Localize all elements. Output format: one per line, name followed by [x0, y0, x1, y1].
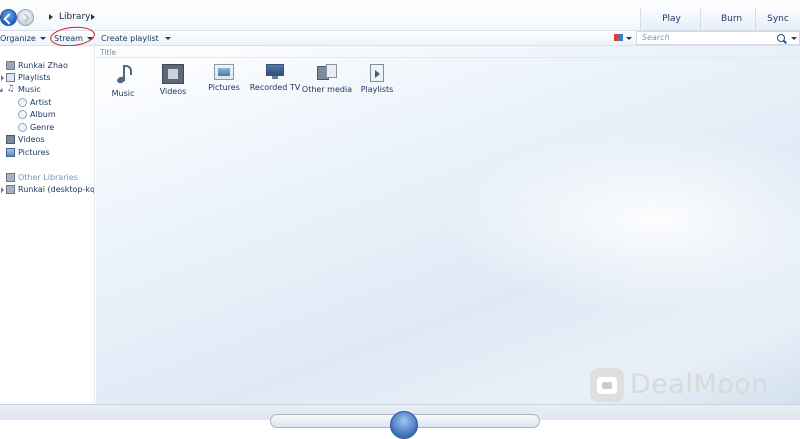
sidebar-item-remote-library[interactable]: Runkai (desktop-kq3h	[6, 184, 94, 196]
navigation-pane: Runkai Zhao Playlists ♫ Music Artist Albu…	[0, 46, 95, 406]
sidebar-item-label: Music	[18, 85, 41, 94]
dealmoon-logo-icon	[590, 368, 624, 402]
sidebar-item-user[interactable]: Runkai Zhao	[6, 60, 68, 72]
tile-label: Recorded TV	[249, 83, 301, 92]
view-options-icon[interactable]	[614, 34, 623, 41]
search-chevron-down-icon[interactable]	[791, 37, 797, 40]
tile-label: Other media	[301, 85, 353, 94]
film-icon	[6, 135, 15, 144]
sidebar-item-pictures[interactable]: Pictures	[6, 147, 50, 159]
sidebar-item-label: Playlists	[18, 73, 51, 82]
tab-sync[interactable]: Sync	[755, 9, 800, 30]
organize-menu[interactable]: Organize	[0, 33, 46, 44]
search-placeholder: Search	[642, 33, 670, 42]
watermark-text: DealMoon	[630, 369, 769, 400]
picture-icon	[6, 148, 15, 157]
artist-icon	[18, 98, 27, 107]
sidebar-item-label: Runkai (desktop-kq3h	[18, 185, 94, 194]
sidebar-item-label: Videos	[18, 135, 45, 144]
music-note-icon: ♫	[6, 84, 15, 94]
genre-icon	[18, 123, 27, 132]
other-media-icon	[317, 64, 337, 82]
tile-other-media[interactable]: Other media	[301, 64, 353, 94]
sidebar-item-label: Artist	[30, 98, 52, 107]
sidebar-item-label: Runkai Zhao	[18, 61, 68, 70]
other-libraries-icon	[6, 173, 15, 182]
library-content: Title Music Videos Pictures Recorded TV …	[96, 46, 800, 406]
tile-label: Videos	[159, 87, 187, 96]
tile-label: Pictures	[208, 83, 240, 92]
create-playlist-menu[interactable]: Create playlist	[101, 33, 171, 44]
sidebar-item-other-libraries[interactable]: Other Libraries	[6, 172, 78, 184]
sidebar-item-label: Genre	[30, 123, 55, 132]
create-playlist-label: Create playlist	[101, 34, 159, 43]
breadcrumb-chevron-icon[interactable]	[91, 14, 95, 20]
playlist-icon	[6, 73, 15, 82]
tab-burn[interactable]: Burn	[700, 9, 762, 30]
playback-controls-bar	[0, 404, 800, 439]
search-input[interactable]: Search	[636, 31, 800, 45]
tile-pictures[interactable]: Pictures	[198, 64, 250, 92]
organize-label: Organize	[0, 34, 36, 43]
sidebar-item-playlists[interactable]: Playlists	[6, 72, 51, 84]
music-note-icon	[115, 64, 132, 86]
user-library-icon	[6, 61, 15, 70]
sidebar-item-music[interactable]: ♫ Music	[6, 84, 41, 96]
album-icon	[18, 110, 27, 119]
sidebar-item-genre[interactable]: Genre	[18, 122, 54, 134]
view-options-chevron-icon[interactable]	[626, 37, 632, 40]
title-bar: Library Play Burn Sync	[0, 0, 800, 30]
play-button[interactable]	[390, 411, 418, 439]
tv-icon	[266, 64, 284, 80]
collapse-arrow-icon[interactable]	[0, 87, 5, 95]
sidebar-item-label: Album	[30, 110, 56, 119]
breadcrumb-library[interactable]: Library	[59, 12, 90, 22]
tile-label: Music	[111, 89, 135, 98]
back-button[interactable]	[0, 9, 17, 26]
expand-arrow-icon[interactable]	[1, 75, 4, 81]
search-icon[interactable]	[777, 34, 785, 42]
tile-label: Playlists	[360, 85, 394, 94]
chevron-down-icon	[164, 37, 171, 40]
chevron-down-icon	[39, 37, 46, 40]
sidebar-item-album[interactable]: Album	[18, 109, 56, 121]
playlist-icon	[370, 64, 384, 82]
sidebar-item-label: Other Libraries	[18, 173, 78, 182]
tile-music[interactable]: Music	[97, 64, 149, 98]
column-title[interactable]: Title	[100, 48, 116, 57]
breadcrumb-arrow-icon[interactable]	[49, 14, 53, 20]
sidebar-item-videos[interactable]: Videos	[6, 134, 45, 146]
picture-icon	[214, 64, 234, 80]
tile-playlists[interactable]: Playlists	[351, 64, 403, 94]
expand-arrow-icon[interactable]	[1, 187, 4, 193]
column-header: Title	[96, 46, 800, 58]
sidebar-item-label: Pictures	[18, 148, 50, 157]
tile-videos[interactable]: Videos	[147, 64, 199, 96]
forward-button[interactable]	[17, 9, 34, 26]
tab-play[interactable]: Play	[640, 9, 702, 30]
film-icon	[162, 64, 184, 84]
sidebar-item-artist[interactable]: Artist	[18, 97, 51, 109]
tile-recorded-tv[interactable]: Recorded TV	[249, 64, 301, 92]
remote-library-icon	[6, 185, 15, 194]
